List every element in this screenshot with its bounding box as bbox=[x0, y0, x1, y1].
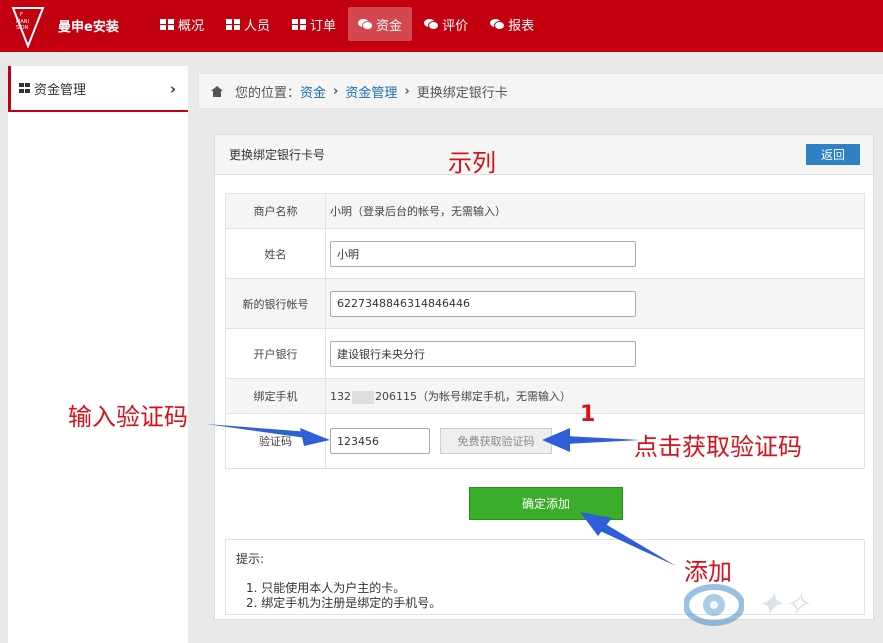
annotation-click-get-code: 点击获取验证码 bbox=[634, 433, 802, 461]
bank-label: 开户银行 bbox=[225, 328, 326, 379]
svg-text:SION: SION bbox=[16, 25, 29, 31]
chat-icon bbox=[424, 18, 439, 30]
nav-label: 订单 bbox=[310, 18, 337, 34]
chevron-right-icon: › bbox=[404, 83, 410, 99]
nav-label: 资金 bbox=[376, 18, 403, 34]
phone-suffix: 206115（为帐号绑定手机，无需输入） bbox=[375, 390, 571, 403]
phone-prefix: 132 bbox=[330, 390, 351, 403]
main-nav: 概况 人员 订单 资金 评价 报表 bbox=[150, 7, 546, 41]
confirm-add-button[interactable]: 确定添加 bbox=[469, 487, 623, 520]
bank-input[interactable]: 建设银行未央分行 bbox=[330, 340, 636, 367]
grid-icon bbox=[292, 18, 307, 30]
annotation-example: 示列 bbox=[448, 149, 496, 177]
brand-name: 曼申e安装 bbox=[58, 20, 119, 35]
nav-label: 评价 bbox=[442, 18, 469, 34]
nav-item-reviews[interactable]: 评价 bbox=[414, 7, 478, 41]
code-input[interactable]: 123456 bbox=[330, 428, 430, 454]
form-row-name: 姓名 小明 bbox=[225, 228, 865, 279]
company-logo[interactable]: F MANI SION bbox=[10, 6, 46, 48]
form-row-merchant: 商户名称 小明（登录后台的帐号，无需输入） bbox=[225, 193, 865, 229]
home-icon[interactable] bbox=[211, 85, 223, 97]
top-bar: F MANI SION 曼申e安装 概况 人员 订单 资金 评价 报表 bbox=[0, 0, 883, 52]
watermark-text: ✦✧ bbox=[756, 585, 810, 623]
grid-icon bbox=[226, 18, 241, 30]
breadcrumb-current: 更换绑定银行卡 bbox=[416, 85, 508, 101]
panel-title: 更换绑定银行卡号 bbox=[229, 148, 326, 162]
nav-label: 人员 bbox=[244, 18, 271, 34]
grid-icon bbox=[160, 18, 174, 30]
account-input[interactable]: 6227348846314846446 bbox=[330, 290, 636, 317]
phone-label: 绑定手机 bbox=[225, 378, 326, 414]
grid-icon bbox=[19, 83, 30, 93]
nav-item-staff[interactable]: 人员 bbox=[216, 7, 280, 41]
masked-digits bbox=[352, 390, 374, 404]
account-label: 新的银行帐号 bbox=[225, 278, 326, 329]
annotation-step-number: 1 bbox=[580, 402, 596, 427]
watermark-logo bbox=[684, 584, 744, 626]
nav-item-reports[interactable]: 报表 bbox=[480, 7, 544, 41]
sidebar-item-fund-management[interactable]: 资金管理 › bbox=[8, 66, 188, 112]
chevron-right-icon: › bbox=[333, 83, 339, 99]
chat-icon bbox=[490, 18, 505, 30]
annotation-enter-code: 输入验证码 bbox=[68, 403, 188, 431]
chat-icon bbox=[358, 18, 373, 30]
breadcrumb-link-funds[interactable]: 资金 bbox=[300, 82, 326, 101]
tips-title: 提示: bbox=[236, 552, 265, 566]
form-row-bank: 开户银行 建设银行未央分行 bbox=[225, 328, 865, 379]
panel-header: 更换绑定银行卡号 返回 bbox=[215, 135, 873, 175]
bank-card-panel: 更换绑定银行卡号 返回 商户名称 小明（登录后台的帐号，无需输入） 姓名 小明 … bbox=[214, 134, 874, 620]
return-button[interactable]: 返回 bbox=[806, 144, 860, 165]
code-label: 验证码 bbox=[225, 413, 326, 469]
breadcrumb-prefix: 您的位置： bbox=[235, 85, 301, 101]
get-code-button[interactable]: 免费获取验证码 bbox=[440, 428, 552, 454]
sidebar: 资金管理 › bbox=[8, 66, 188, 643]
breadcrumb: 您的位置： 资金 › 资金管理 › 更换绑定银行卡 bbox=[198, 73, 883, 109]
breadcrumb-link-fund-management[interactable]: 资金管理 bbox=[345, 82, 397, 101]
name-label: 姓名 bbox=[225, 228, 326, 279]
name-input[interactable]: 小明 bbox=[330, 240, 636, 267]
sidebar-item-label: 资金管理 bbox=[34, 82, 87, 98]
nav-label: 报表 bbox=[508, 18, 535, 34]
form-row-account: 新的银行帐号 6227348846314846446 bbox=[225, 278, 865, 329]
svg-text:F: F bbox=[20, 12, 23, 18]
nav-item-orders[interactable]: 订单 bbox=[282, 7, 346, 41]
merchant-value: 小明（登录后台的帐号，无需输入） bbox=[325, 193, 865, 229]
nav-item-funds[interactable]: 资金 bbox=[348, 7, 413, 41]
nav-label: 概况 bbox=[178, 18, 205, 34]
nav-item-overview[interactable]: 概况 bbox=[150, 7, 214, 41]
merchant-label: 商户名称 bbox=[225, 193, 326, 229]
form-row-phone: 绑定手机 132 206115（为帐号绑定手机，无需输入） bbox=[225, 378, 865, 414]
chevron-right-icon: › bbox=[169, 80, 176, 98]
